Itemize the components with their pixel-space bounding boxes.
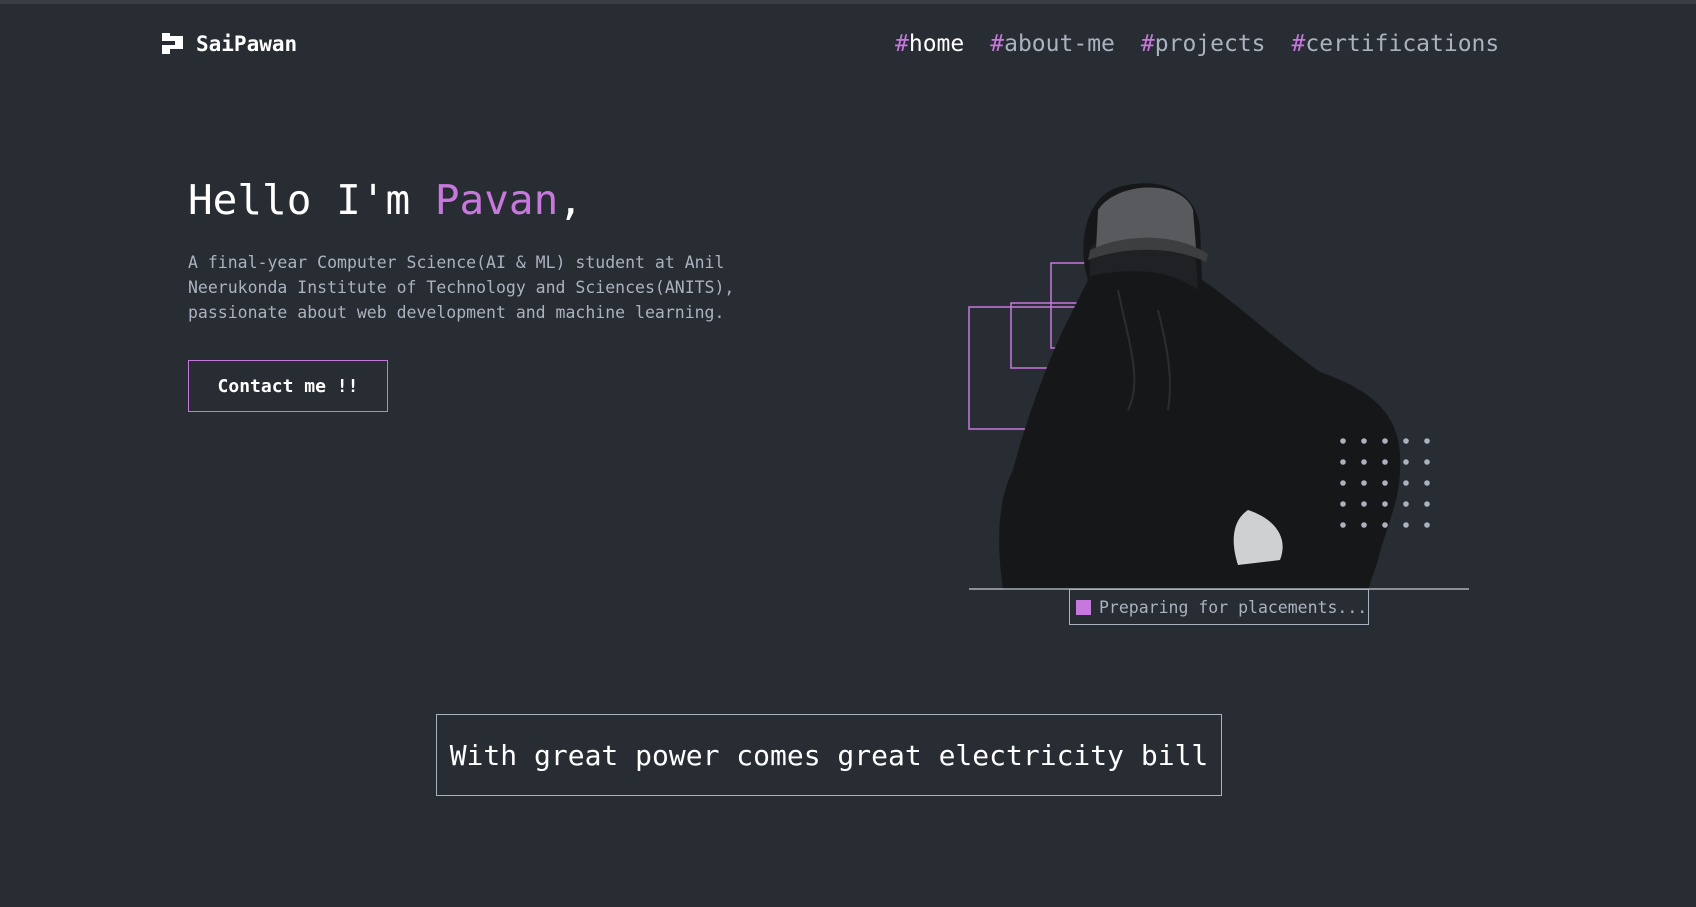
logo-icon [162, 33, 184, 55]
status-text: Preparing for placements... [1099, 597, 1368, 617]
window-top-border [0, 0, 1696, 4]
nav-item-home[interactable]: #home [895, 31, 964, 57]
nav-item-projects[interactable]: #projects [1141, 31, 1266, 57]
nav-item-about-me[interactable]: #about-me [990, 31, 1115, 57]
main-nav: #home #about-me #projects #certification… [895, 31, 1499, 57]
brand-logo[interactable]: SaiPawan [162, 32, 297, 56]
quote-text: With great power comes great electricity… [449, 738, 1209, 772]
hero-heading: Hello I'm Pavan, [188, 176, 583, 224]
hero-illustration [968, 183, 1469, 590]
status-badge: Preparing for placements... [1069, 589, 1369, 625]
brand-name: SaiPawan [196, 32, 298, 56]
contact-button[interactable]: Contact me !! [188, 360, 388, 412]
nav-item-certifications[interactable]: #certifications [1292, 31, 1500, 57]
status-square-icon [1076, 599, 1091, 615]
hero-name: Pavan [434, 176, 559, 224]
quote-box: With great power comes great electricity… [436, 714, 1222, 796]
hero-image-area [968, 180, 1470, 590]
person-photo [999, 183, 1401, 590]
hero-description: A final-year Computer Science(AI & ML) s… [188, 253, 735, 322]
